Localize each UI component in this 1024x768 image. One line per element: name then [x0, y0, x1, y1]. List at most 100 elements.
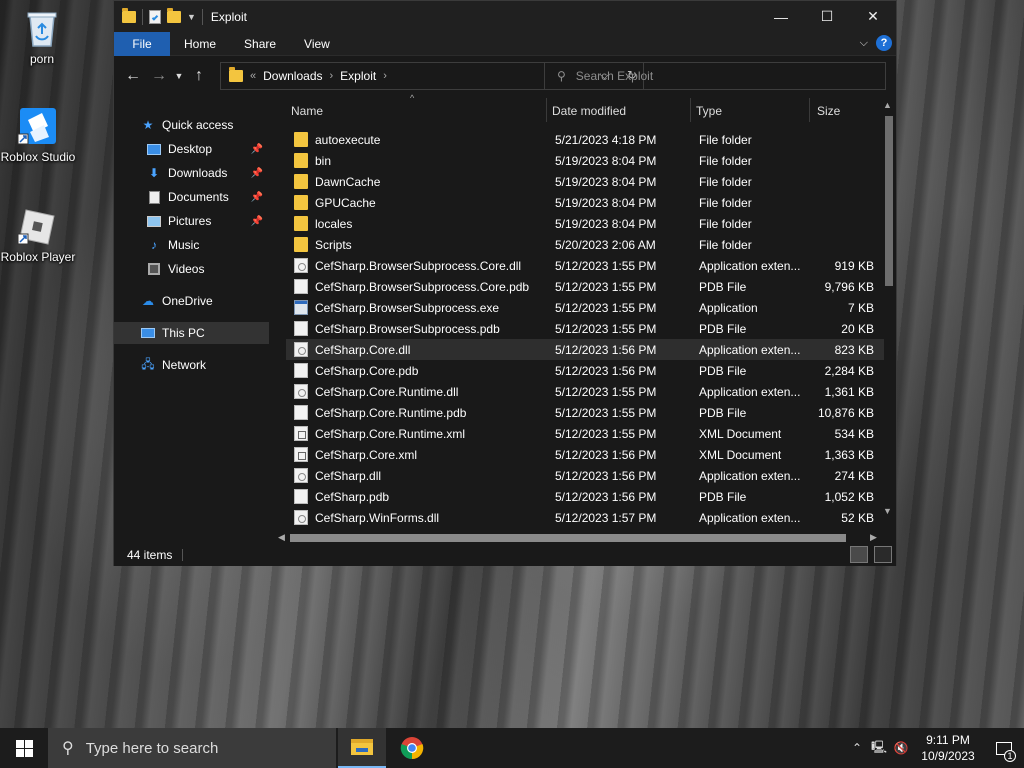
file-name: autoexecute [315, 132, 381, 147]
search-input[interactable]: Search Exploit [576, 69, 653, 83]
table-row[interactable]: CefSharp.Core.Runtime.xml 5/12/2023 1:55 … [286, 423, 884, 444]
breadcrumb-downloads[interactable]: Downloads [263, 69, 322, 83]
column-divider[interactable] [809, 98, 810, 122]
details-view-button[interactable] [850, 546, 868, 563]
roblox-studio-desktop-icon[interactable]: Roblox Studio [0, 104, 76, 164]
address-overflow[interactable]: « [250, 70, 256, 82]
nav-item-pictures[interactable]: Pictures 📌 [114, 210, 269, 232]
file-size: 10,876 KB [817, 405, 874, 420]
file-size: 1,052 KB [824, 489, 874, 504]
table-row[interactable]: autoexecute 5/21/2023 4:18 PM File folder [286, 129, 884, 150]
column-header-size[interactable]: Size [817, 100, 840, 122]
table-row[interactable]: CefSharp.dll 5/12/2023 1:56 PM Application… [286, 465, 884, 486]
tab-view[interactable]: View [290, 32, 344, 56]
nav-item-videos[interactable]: Videos [114, 258, 269, 280]
divider [182, 549, 184, 561]
scrollbar-thumb[interactable] [885, 116, 893, 286]
nav-item-this-pc[interactable]: This PC [114, 322, 269, 344]
table-row[interactable]: bin 5/19/2023 8:04 PM File folder [286, 150, 884, 171]
window-controls: — ☐ ✕ [758, 1, 896, 32]
table-row[interactable]: locales 5/19/2023 8:04 PM File folder [286, 213, 884, 234]
nav-item-onedrive[interactable]: ☁ OneDrive [114, 290, 269, 312]
column-header-name[interactable]: Name [291, 100, 323, 122]
roblox-player-icon [16, 204, 60, 248]
action-center-button[interactable]: 1 [984, 728, 1024, 768]
xml-file-icon [294, 447, 308, 462]
navigation-bar: ← → ▼ ↑ « Downloads › Exploit › ⌵ ↻ ⚲ Se… [114, 56, 896, 96]
column-header-type[interactable]: Type [696, 100, 722, 122]
breadcrumb-exploit[interactable]: Exploit [340, 69, 376, 83]
pin-icon[interactable]: 📌 [251, 192, 263, 203]
nav-item-downloads[interactable]: ⬇ Downloads 📌 [114, 162, 269, 184]
pin-icon[interactable]: 📌 [251, 216, 263, 227]
table-row[interactable]: CefSharp.Core.xml 5/12/2023 1:56 PM XML Do… [286, 444, 884, 465]
maximize-button[interactable]: ☐ [804, 1, 850, 32]
clock[interactable]: 9:11 PM 10/9/2023 [912, 732, 984, 764]
scrollbar-thumb[interactable] [290, 534, 846, 542]
chevron-down-icon[interactable]: ▼ [187, 12, 196, 22]
roblox-player-desktop-icon[interactable]: Roblox Player [0, 204, 76, 264]
taskbar-chrome[interactable] [388, 728, 436, 768]
scroll-right-icon[interactable]: ▶ [870, 532, 877, 543]
table-row[interactable]: Scripts 5/20/2023 2:06 AM File folder [286, 234, 884, 255]
nav-item-music[interactable]: ♪ Music [114, 234, 269, 256]
horizontal-scrollbar[interactable]: ◀ ▶ [276, 530, 882, 544]
table-row[interactable]: GPUCache 5/19/2023 8:04 PM File folder [286, 192, 884, 213]
table-row[interactable]: CefSharp.pdb 5/12/2023 1:56 PM PDB File 1,0… [286, 486, 884, 507]
nav-item-desktop[interactable]: Desktop 📌 [114, 138, 269, 160]
network-status-icon[interactable]: 🖳 [868, 738, 890, 759]
column-divider[interactable] [546, 98, 547, 122]
table-row[interactable]: DawnCache 5/19/2023 8:04 PM File folder [286, 171, 884, 192]
table-row[interactable]: CefSharp.WinForms.dll 5/12/2023 1:57 PM Ap… [286, 507, 884, 528]
scroll-left-icon[interactable]: ◀ [278, 532, 285, 543]
taskbar-search-input[interactable]: Type here to search [86, 740, 219, 757]
taskbar-search-box[interactable]: ⚲ Type here to search [48, 728, 336, 768]
table-row[interactable]: CefSharp.Core.Runtime.pdb 5/12/2023 1:55 … [286, 402, 884, 423]
scroll-up-icon[interactable]: ▲ [883, 100, 892, 110]
table-row[interactable]: CefSharp.BrowserSubprocess.exe 5/12/2023 … [286, 297, 884, 318]
column-header-date-modified[interactable]: Date modified [552, 100, 626, 122]
system-tray: ⌃ 🖳 🔇 9:11 PM 10/9/2023 1 [846, 728, 1024, 768]
table-row[interactable]: CefSharp.Core.pdb 5/12/2023 1:56 PM PDB Fi… [286, 360, 884, 381]
table-row[interactable]: CefSharp.Core.Runtime.dll 5/12/2023 1:55 … [286, 381, 884, 402]
help-icon[interactable]: ? [876, 35, 892, 51]
search-box[interactable]: ⚲ Search Exploit [544, 62, 886, 90]
recent-locations-chevron-icon[interactable]: ▼ [172, 71, 186, 81]
taskbar-file-explorer[interactable] [338, 728, 386, 768]
recycle-bin-desktop-icon[interactable]: porn [4, 6, 80, 66]
forward-button[interactable]: → [146, 67, 172, 85]
breadcrumb-separator-icon[interactable]: › [383, 70, 387, 82]
vertical-scrollbar[interactable]: ▲ ▼ [882, 100, 894, 520]
table-row[interactable]: CefSharp.BrowserSubprocess.pdb 5/12/2023 … [286, 318, 884, 339]
column-divider[interactable] [690, 98, 691, 122]
tab-share[interactable]: Share [230, 32, 290, 56]
properties-icon[interactable] [149, 9, 161, 24]
file-size: 274 KB [834, 468, 874, 483]
new-folder-icon[interactable] [167, 7, 181, 23]
pin-icon[interactable]: 📌 [251, 144, 263, 155]
large-icons-view-button[interactable] [874, 546, 892, 563]
tab-home[interactable]: Home [170, 32, 230, 56]
expand-ribbon-chevron-icon[interactable]: ⌵ [860, 37, 868, 50]
start-button[interactable] [0, 728, 48, 768]
back-button[interactable]: ← [120, 67, 146, 85]
music-note-icon: ♪ [151, 238, 157, 252]
scroll-down-icon[interactable]: ▼ [883, 506, 892, 516]
file-size: 52 KB [841, 510, 874, 525]
show-hidden-icons-chevron-icon[interactable]: ⌃ [846, 741, 868, 755]
up-button[interactable]: ↑ [186, 67, 212, 85]
breadcrumb-separator-icon[interactable]: › [330, 70, 334, 82]
table-row[interactable]: CefSharp.BrowserSubprocess.Core.dll 5/12/… [286, 255, 884, 276]
minimize-button[interactable]: — [758, 1, 804, 32]
tab-file[interactable]: File [114, 31, 170, 56]
title-bar[interactable]: ▼ Exploit — ☐ ✕ [114, 1, 896, 32]
nav-item-network[interactable]: 🖧 Network [114, 354, 269, 376]
volume-muted-icon[interactable]: 🔇 [890, 741, 912, 755]
table-row[interactable]: CefSharp.BrowserSubprocess.Core.pdb 5/12/… [286, 276, 884, 297]
pin-icon[interactable]: 📌 [251, 168, 263, 179]
file-name: CefSharp.WinForms.dll [315, 510, 440, 525]
close-button[interactable]: ✕ [850, 1, 896, 32]
nav-item-documents[interactable]: Documents 📌 [114, 186, 269, 208]
table-row[interactable]: CefSharp.Core.dll 5/12/2023 1:56 PM Applic… [286, 339, 884, 360]
nav-item-quick-access[interactable]: ★ Quick access [114, 114, 269, 136]
